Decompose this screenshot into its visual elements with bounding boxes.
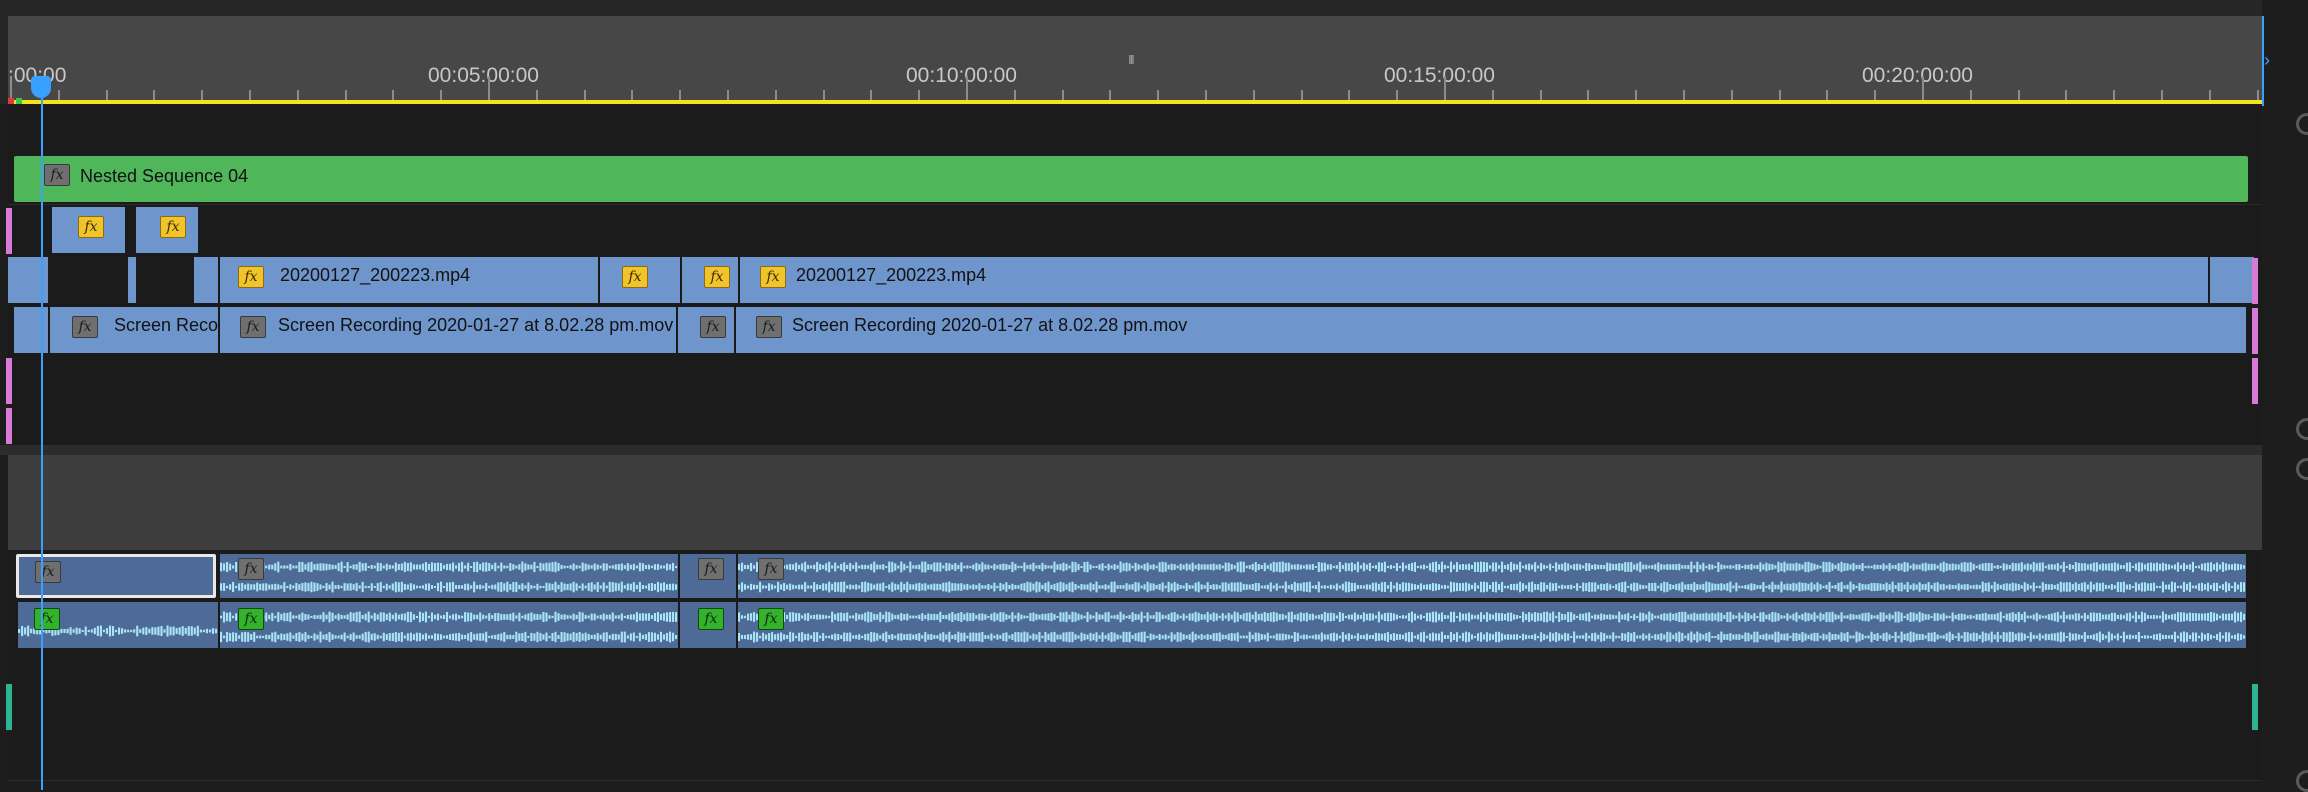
audio-empty-area	[8, 455, 2262, 550]
video-clip-v1-4[interactable]: fx Screen Recording 2020-01-27 at 8.02.2…	[734, 307, 2246, 353]
audio-waveform	[220, 560, 678, 573]
clip-name-label: Screen Recording 2020-01-27 at 8.02.28 p…	[278, 315, 674, 335]
clip-name-label: 20200127_200223.mp4	[796, 265, 987, 285]
audio-clip-a2-2[interactable]: fx	[218, 602, 678, 648]
clip-name-label: 20200127_200223.mp4	[280, 265, 471, 285]
fx-badge-icon[interactable]: fx	[760, 266, 786, 288]
fx-badge-icon[interactable]: fx	[758, 608, 784, 630]
fx-badge-icon[interactable]: fx	[34, 608, 60, 630]
track-edge-marker	[2252, 358, 2258, 404]
fx-badge-icon[interactable]: fx	[35, 561, 61, 583]
video-track-v1[interactable]: fx Screen Recor fx Screen Recording 2020…	[8, 305, 2262, 356]
fx-badge-icon[interactable]: fx	[704, 266, 730, 288]
audio-waveform	[738, 560, 2246, 573]
audio-clip-a1-3[interactable]: fx	[678, 554, 736, 598]
video-clip-v2-3[interactable]: fx	[680, 257, 738, 303]
fx-badge-icon[interactable]: fx	[756, 316, 782, 338]
video-track-v2-clips[interactable]: fx 20200127_200223.mp4 fx fx fx 20200127…	[8, 257, 2254, 303]
audio-waveform	[738, 610, 2246, 623]
audio-waveform	[738, 580, 2246, 593]
playhead-line[interactable]	[41, 76, 43, 790]
fx-badge-icon[interactable]: fx	[44, 164, 70, 186]
audio-track-a4[interactable]	[8, 730, 2262, 781]
nested-sequence-clip[interactable]: fx Nested Sequence 04	[14, 156, 2248, 202]
track-edge-marker	[6, 208, 12, 254]
gap-v2-2	[136, 257, 194, 303]
audio-track-a2[interactable]: fx fx fx fx	[8, 600, 2262, 651]
audio-clip-a1-2[interactable]: fx	[218, 554, 678, 598]
video-clip-v1-1[interactable]: fx Screen Recor	[48, 307, 218, 353]
video-audio-divider[interactable]	[0, 445, 2262, 455]
video-clip-v3-1[interactable]: fx	[50, 207, 125, 253]
fx-badge-icon[interactable]: fx	[698, 558, 724, 580]
audio-waveform	[220, 580, 678, 593]
audio-track-a1[interactable]: fx fx fx fx	[8, 550, 2262, 601]
fx-badge-icon[interactable]: fx	[238, 558, 264, 580]
audio-waveform	[220, 610, 678, 623]
ruler-tick	[1922, 76, 1924, 102]
audio-clip-a1-4[interactable]: fx	[736, 554, 2246, 598]
clip-name-label: Screen Recor	[114, 315, 218, 335]
audio-waveform	[738, 630, 2246, 643]
nested-sequence-label: Nested Sequence 04	[80, 166, 249, 186]
fx-badge-icon[interactable]: fx	[240, 316, 266, 338]
video-track-v3[interactable]: fx fx	[8, 205, 2262, 256]
video-clip-v2-2[interactable]: fx	[598, 257, 680, 303]
audio-edge-marker	[2252, 684, 2258, 730]
fx-badge-icon[interactable]: fx	[698, 608, 724, 630]
ruler-tick	[966, 76, 968, 102]
audio-edge-marker	[6, 684, 12, 730]
ruler-tick	[1444, 76, 1446, 102]
timecode-label-5min: 00:05:00:00	[428, 64, 539, 87]
audio-track-gap[interactable]	[8, 650, 2262, 681]
fx-badge-icon[interactable]: fx	[238, 608, 264, 630]
video-clip-v3-2[interactable]: fx	[134, 207, 198, 253]
track-edge-marker	[2252, 308, 2258, 354]
audio-clip-a2-4[interactable]: fx	[736, 602, 2246, 648]
track-edge-marker	[2252, 258, 2258, 304]
ruler-grip-handle[interactable]: III	[1128, 52, 1140, 67]
fx-badge-icon[interactable]: fx	[758, 558, 784, 580]
video-track-empty-2[interactable]	[8, 405, 2262, 446]
video-track-v4[interactable]: fx Nested Sequence 04	[8, 154, 2262, 205]
playhead-handle[interactable]	[31, 76, 51, 98]
audio-track-a3[interactable]	[8, 680, 2262, 731]
video-clip-v1-2[interactable]: fx Screen Recording 2020-01-27 at 8.02.2…	[218, 307, 676, 353]
video-track-empty-1[interactable]	[8, 355, 2262, 406]
fx-badge-icon[interactable]: fx	[700, 316, 726, 338]
fx-badge-icon[interactable]: fx	[78, 216, 104, 238]
video-track-v5[interactable]	[8, 104, 2262, 155]
fx-badge-icon[interactable]: fx	[160, 216, 186, 238]
timecode-label-15min: 00:15:00:00	[1384, 64, 1495, 87]
video-track-v2[interactable]: fx 20200127_200223.mp4 fx fx fx 20200127…	[8, 255, 2262, 306]
ruler-tick	[488, 76, 490, 102]
clip-name-label: Screen Recording 2020-01-27 at 8.02.28 p…	[792, 315, 1188, 335]
video-clip-v2-1[interactable]: fx 20200127_200223.mp4	[218, 257, 598, 303]
audio-clip-a2-1[interactable]: fx	[16, 602, 218, 648]
audio-waveform	[220, 630, 678, 643]
fx-badge-icon[interactable]: fx	[238, 266, 264, 288]
video-clip-v2-4[interactable]: fx 20200127_200223.mp4	[738, 257, 2208, 303]
video-clip-v2-5[interactable]	[2208, 257, 2246, 303]
fx-badge-icon[interactable]: fx	[72, 316, 98, 338]
video-clip-v1-3[interactable]: fx	[676, 307, 734, 353]
end-marker-icon: ›	[2264, 50, 2270, 70]
track-edge-marker	[6, 358, 12, 404]
time-ruler[interactable]: :00:00 00:05:00:00 00:10:00:00 00:15:00:…	[0, 0, 2262, 104]
audio-clip-a2-3[interactable]: fx	[678, 602, 736, 648]
track-edge-marker	[6, 408, 12, 444]
timecode-label-10min: 00:10:00:00	[906, 64, 1017, 87]
audio-clip-a1-selected[interactable]: fx	[16, 554, 216, 598]
gap-v2-1	[48, 257, 128, 303]
fx-badge-icon[interactable]: fx	[622, 266, 648, 288]
timecode-label-20min: 00:20:00:00	[1862, 64, 1973, 87]
